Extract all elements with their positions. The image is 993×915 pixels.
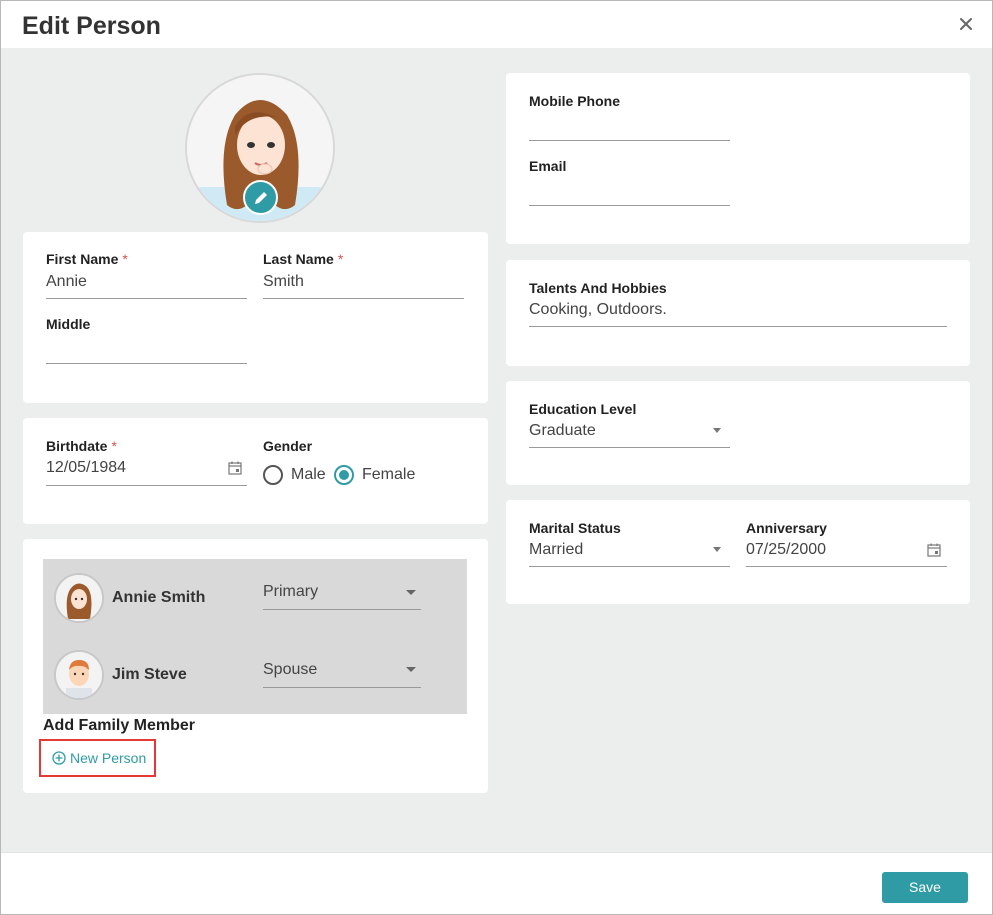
dialog-title: Edit Person <box>22 12 161 40</box>
email-underline <box>529 205 730 206</box>
birth-gender-card: Birthdate * 12/05/1984 Gender Male Female <box>23 418 488 524</box>
marital-status-select[interactable]: Married <box>529 541 583 559</box>
calendar-icon <box>228 461 242 475</box>
gender-female-radio[interactable] <box>334 465 354 485</box>
gender-label: Gender <box>263 438 313 454</box>
chevron-down-icon <box>713 547 721 552</box>
talents-underline <box>529 326 947 327</box>
anniversary-input[interactable]: 07/25/2000 <box>746 541 826 559</box>
mobile-phone-underline <box>529 140 730 141</box>
talents-label: Talents And Hobbies <box>529 280 667 296</box>
gender-male-radio[interactable] <box>263 465 283 485</box>
middle-name-label: Middle <box>46 316 91 332</box>
name-card: First Name * Annie Last Name * Smith Middl… <box>23 232 488 403</box>
middle-name-underline <box>46 363 247 364</box>
gender-male-label: Male <box>291 466 326 483</box>
mobile-phone-label: Mobile Phone <box>529 93 620 109</box>
dialog-header: Edit Person <box>1 1 992 48</box>
marital-card: Marital Status Married Anniversary 07/25… <box>506 500 970 604</box>
pencil-icon <box>255 192 267 204</box>
anniversary-label: Anniversary <box>746 520 827 536</box>
new-person-label: New Person <box>70 750 147 766</box>
last-name-label: Last Name * <box>263 251 344 267</box>
education-select[interactable]: Graduate <box>529 422 596 440</box>
anniversary-calendar-button[interactable] <box>927 543 941 557</box>
education-label: Education Level <box>529 401 637 417</box>
member-name: Annie Smith <box>112 589 206 606</box>
close-button[interactable] <box>958 16 974 32</box>
contact-card: Mobile Phone Email <box>506 73 970 244</box>
plus-circle-icon <box>52 751 66 765</box>
chevron-down-icon <box>406 667 416 672</box>
marital-status-underline <box>529 566 730 567</box>
mobile-phone-input[interactable] <box>529 115 730 137</box>
member-name: Jim Steve <box>112 666 187 683</box>
birthdate-underline <box>46 485 247 486</box>
first-name-label: First Name * <box>46 251 128 267</box>
avatar-female-icon <box>56 575 102 621</box>
calendar-icon <box>927 543 941 557</box>
edit-avatar-button[interactable] <box>243 180 278 215</box>
last-name-input[interactable]: Smith <box>263 273 304 291</box>
edit-person-dialog: Edit Person First Name * Annie Last Name… <box>0 0 993 915</box>
chevron-down-icon <box>406 590 416 595</box>
birthdate-label: Birthdate * <box>46 438 117 454</box>
birthdate-calendar-button[interactable] <box>228 461 242 475</box>
avatar-male-icon <box>56 652 102 698</box>
email-label: Email <box>529 158 567 174</box>
save-button[interactable]: Save <box>882 872 968 903</box>
close-icon <box>958 16 974 32</box>
gender-female-label: Female <box>362 466 416 483</box>
talents-input[interactable]: Cooking, Outdoors. <box>529 301 667 319</box>
dialog-footer: Save <box>1 852 992 914</box>
anniversary-underline <box>746 566 947 567</box>
marital-status-label: Marital Status <box>529 520 621 536</box>
first-name-underline <box>46 298 247 299</box>
member-role-select[interactable]: Primary <box>263 583 318 601</box>
education-underline <box>529 447 730 448</box>
add-family-member-heading: Add Family Member <box>43 717 196 734</box>
middle-name-input[interactable] <box>46 338 247 360</box>
dialog-body: First Name * Annie Last Name * Smith Middl… <box>1 48 992 852</box>
first-name-input[interactable]: Annie <box>46 273 87 291</box>
education-card: Education Level Graduate <box>506 381 970 485</box>
new-person-button[interactable]: New Person <box>39 739 156 777</box>
email-input[interactable] <box>529 180 730 202</box>
talents-card: Talents And Hobbies Cooking, Outdoors. <box>506 260 970 366</box>
family-card: Annie Smith Primary Jim Steve Spouse Add… <box>23 539 488 793</box>
family-member-list: Annie Smith Primary Jim Steve Spouse <box>43 559 467 714</box>
member-avatar <box>54 650 104 700</box>
member-avatar <box>54 573 104 623</box>
member-role-underline <box>263 687 421 688</box>
member-role-select[interactable]: Spouse <box>263 661 317 679</box>
birthdate-input[interactable]: 12/05/1984 <box>46 459 126 477</box>
chevron-down-icon <box>713 428 721 433</box>
last-name-underline <box>263 298 464 299</box>
member-role-underline <box>263 609 421 610</box>
